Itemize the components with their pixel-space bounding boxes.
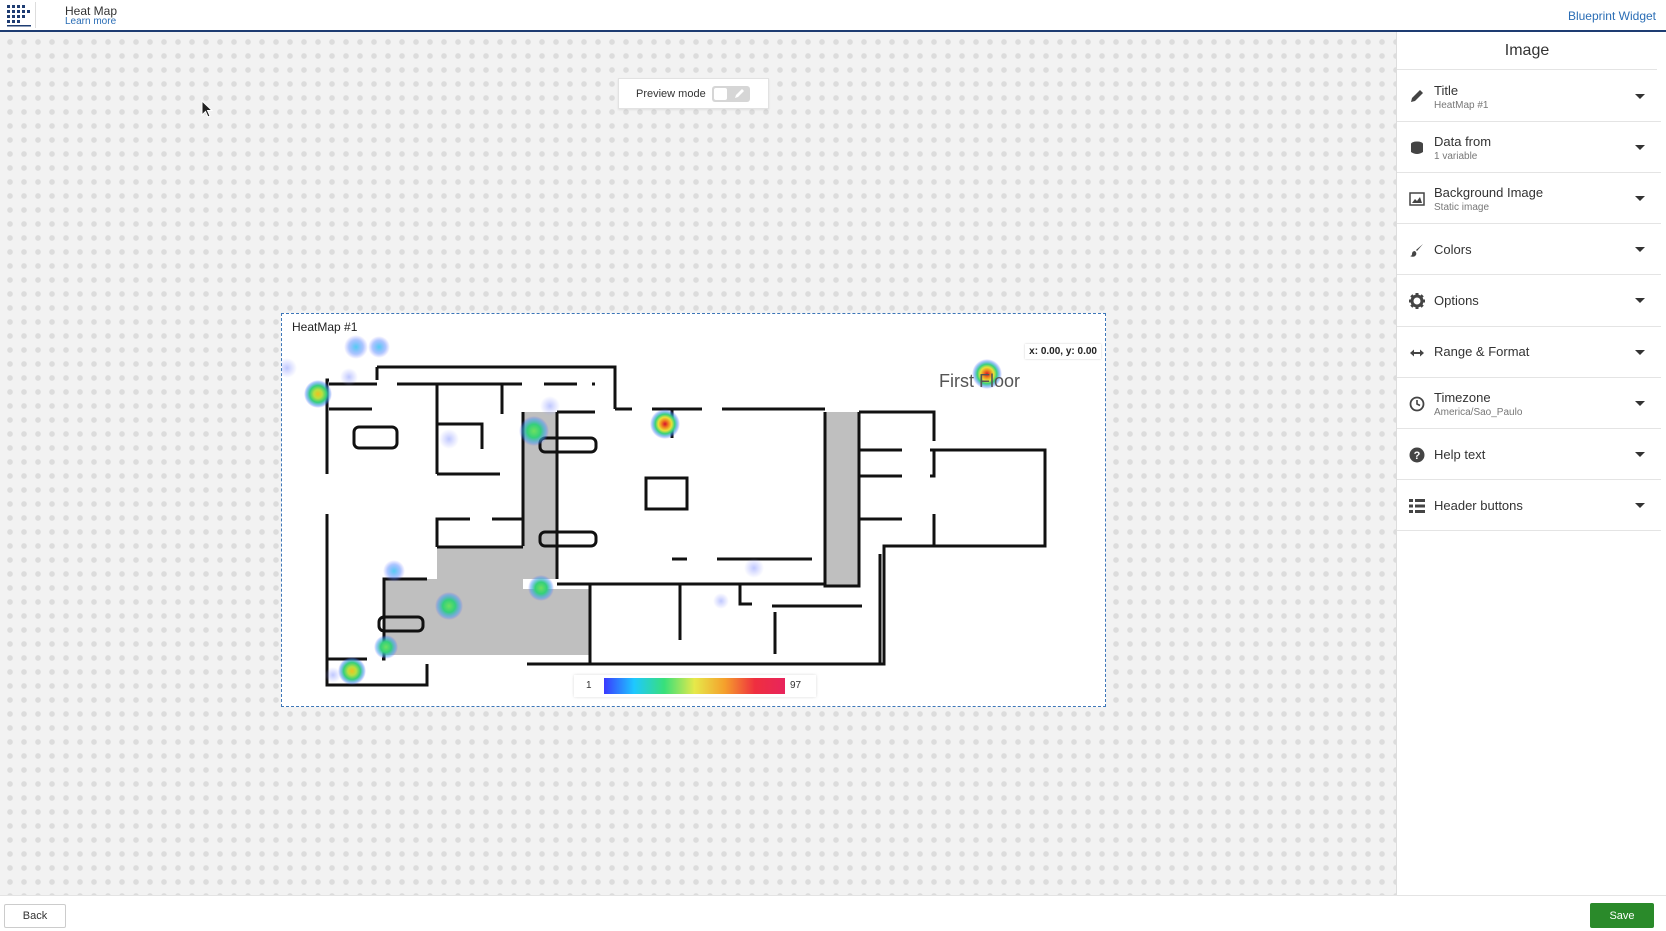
mouse-cursor-icon — [201, 100, 214, 118]
legend-max-value: 97 — [790, 680, 802, 691]
toggle-knob — [714, 88, 727, 100]
legend-gradient-bar — [604, 678, 785, 694]
chevron-down-icon — [1635, 94, 1645, 99]
panel-item-range-format[interactable]: Range & Format — [1397, 327, 1661, 378]
floor-plan: First Floor — [282, 335, 1047, 687]
legend-min-value: 1 — [586, 680, 592, 691]
list-icon — [1409, 499, 1425, 513]
heat-legend: 1 97 — [574, 675, 816, 697]
back-button[interactable]: Back — [4, 904, 66, 928]
clock-icon — [1409, 396, 1425, 412]
panel-item-label: Header buttons — [1434, 498, 1523, 513]
panel-item-options[interactable]: Options — [1397, 275, 1661, 327]
preview-mode-label: Preview mode — [636, 88, 706, 100]
panel-item-colors[interactable]: Colors — [1397, 224, 1661, 275]
panel-item-label: Range & Format — [1434, 344, 1530, 359]
preview-mode-toggle[interactable] — [712, 86, 750, 102]
blueprint-widget-link[interactable]: Blueprint Widget — [1568, 9, 1656, 23]
grid-logo-icon — [7, 5, 31, 27]
save-button[interactable]: Save — [1590, 903, 1654, 928]
chevron-down-icon — [1635, 196, 1645, 201]
chevron-down-icon — [1635, 452, 1645, 457]
panel-item-sub: Static image — [1434, 202, 1490, 213]
floor-label: First Floor — [939, 371, 1020, 391]
svg-text:?: ? — [1414, 450, 1421, 462]
panel-item-label: Colors — [1434, 242, 1472, 257]
panel-item-label: Timezone — [1434, 390, 1491, 405]
question-icon: ? — [1409, 447, 1425, 463]
range-arrows-icon — [1410, 349, 1424, 357]
image-icon — [1409, 192, 1425, 206]
chevron-down-icon — [1635, 401, 1645, 406]
database-icon — [1411, 141, 1423, 154]
panel-item-data-from[interactable]: Data from 1 variable — [1397, 122, 1661, 173]
chevron-down-icon — [1635, 350, 1645, 355]
gear-icon — [1409, 293, 1425, 309]
chevron-down-icon — [1635, 298, 1645, 303]
heatmap-widget[interactable]: First Floor HeatMap #1 x: 0.00, y: 0.00 … — [281, 313, 1106, 707]
chevron-down-icon — [1635, 145, 1645, 150]
panel-title: Image — [1397, 32, 1657, 70]
learn-more-link[interactable]: Learn more — [65, 16, 116, 27]
panel-item-title[interactable]: Title HeatMap #1 — [1397, 70, 1661, 122]
chevron-down-icon — [1635, 247, 1645, 252]
panel-item-background-image[interactable]: Background Image Static image — [1397, 173, 1661, 224]
pencil-icon — [735, 89, 744, 98]
panel-item-sub: HeatMap #1 — [1434, 100, 1489, 111]
panel-item-sub: 1 variable — [1434, 151, 1478, 162]
panel-item-label: Data from — [1434, 134, 1492, 149]
editor-canvas[interactable]: Preview mode First Floor HeatMap #1 x: 0… — [0, 32, 1396, 895]
widget-title: HeatMap #1 — [292, 320, 358, 334]
panel-item-sub: America/Sao_Paulo — [1434, 407, 1523, 418]
app-logo[interactable] — [4, 2, 36, 28]
panel-item-help-text[interactable]: ? Help text — [1397, 429, 1661, 480]
properties-panel: Image Title HeatMap #1 Data from 1 varia… — [1396, 32, 1666, 895]
panel-item-label: Help text — [1434, 447, 1486, 462]
panel-item-timezone[interactable]: Timezone America/Sao_Paulo — [1397, 378, 1661, 429]
preview-mode-control: Preview mode — [618, 78, 769, 109]
panel-item-header-buttons[interactable]: Header buttons — [1397, 480, 1661, 531]
panel-item-label: Background Image — [1434, 185, 1544, 200]
bottom-bar: Back Save — [0, 895, 1666, 931]
chevron-down-icon — [1635, 503, 1645, 508]
brush-icon — [1410, 244, 1423, 257]
top-bar: Heat Map Learn more Blueprint Widget — [0, 0, 1666, 32]
panel-item-label: Options — [1434, 293, 1479, 308]
pencil-icon — [1411, 90, 1423, 102]
panel-item-label: Title — [1434, 83, 1459, 98]
coordinate-readout: x: 0.00, y: 0.00 — [1025, 344, 1101, 359]
